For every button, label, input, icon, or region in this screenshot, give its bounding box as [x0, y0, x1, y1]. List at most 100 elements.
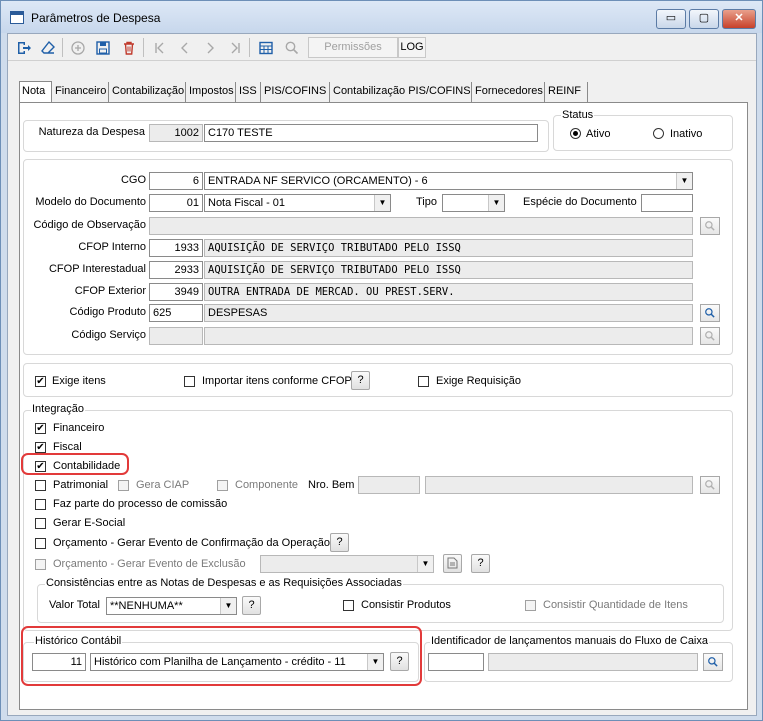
servico-code-field[interactable]: [149, 327, 203, 345]
obs-search-button[interactable]: [700, 217, 720, 235]
tab-financeiro[interactable]: Financeiro: [53, 82, 109, 102]
valor-total-select[interactable]: **NENHUMA** ▼: [106, 597, 237, 615]
fiscal-checkbox[interactable]: ✔: [35, 442, 46, 453]
tab-fornecedores[interactable]: Fornecedores: [473, 82, 545, 102]
grid-button[interactable]: [254, 36, 277, 59]
orc-exclusao-select[interactable]: ▼: [260, 555, 434, 573]
last-record-button[interactable]: [223, 36, 246, 59]
especie-field[interactable]: [641, 194, 693, 212]
fluxo-code-field[interactable]: [428, 653, 484, 671]
exit-button[interactable]: [12, 36, 35, 59]
window-title: Parâmetros de Despesa: [31, 11, 161, 25]
save-button[interactable]: [91, 36, 114, 59]
save-icon: [95, 41, 110, 55]
cgo-label: CGO: [120, 174, 146, 186]
tab-reinf[interactable]: REINF: [546, 82, 588, 102]
tab-contabilizacao[interactable]: Contabilização: [110, 82, 186, 102]
search-icon: [705, 308, 715, 318]
grid-icon: [258, 41, 273, 55]
add-button[interactable]: [66, 36, 89, 59]
tab-pis-cofins[interactable]: PIS/COFINS: [262, 82, 330, 102]
exige-requisicao-checkbox[interactable]: [418, 376, 429, 387]
log-button[interactable]: LOG: [398, 37, 426, 58]
financeiro-checkbox[interactable]: ✔: [35, 423, 46, 434]
cfop-interno-desc-field: AQUISIÇÃO DE SERVIÇO TRIBUTADO PELO ISSQ: [204, 239, 693, 257]
orc-exclusao-help-button[interactable]: ?: [471, 554, 490, 573]
orc-exclusao-checkbox[interactable]: [35, 559, 46, 570]
consistir-qtd-checkbox[interactable]: [525, 600, 536, 611]
exige-itens-checkbox[interactable]: ✔: [35, 376, 46, 387]
modelo-select[interactable]: Nota Fiscal - 01 ▼: [204, 194, 391, 212]
nro-bem-code-field[interactable]: [358, 476, 420, 494]
modelo-label: Modelo do Documento: [35, 196, 146, 208]
tab-iss[interactable]: ISS: [237, 82, 261, 102]
contabilidade-highlight: [21, 453, 129, 475]
nro-bem-search-button[interactable]: [700, 476, 720, 494]
cfop-interestadual-code-field[interactable]: 2933: [149, 261, 203, 279]
toolbar-separator: [62, 38, 63, 57]
servico-desc-field: [204, 327, 693, 345]
esocial-checkbox[interactable]: [35, 518, 46, 529]
consistir-produtos-checkbox[interactable]: [343, 600, 354, 611]
chevron-down-icon: ▼: [220, 598, 236, 614]
first-icon: [154, 42, 163, 54]
fluxo-search-button[interactable]: [703, 653, 723, 671]
especie-label: Espécie do Documento: [523, 196, 637, 208]
tab-contabilizacao-pis-cofins[interactable]: Contabilização PIS/COFINS: [331, 82, 472, 102]
componente-checkbox[interactable]: [217, 480, 228, 491]
importar-help-button[interactable]: ?: [351, 371, 370, 390]
tipo-label: Tipo: [416, 196, 437, 208]
tipo-select[interactable]: ▼: [442, 194, 505, 212]
orc-confirmacao-checkbox[interactable]: [35, 538, 46, 549]
next-icon: [207, 42, 214, 54]
orc-confirmacao-help-button[interactable]: ?: [330, 533, 349, 552]
prev-record-button[interactable]: [173, 36, 196, 59]
servico-search-button[interactable]: [700, 327, 720, 345]
first-record-button[interactable]: [148, 36, 171, 59]
cfop-interno-label: CFOP Interno: [78, 241, 146, 253]
comissao-checkbox[interactable]: [35, 499, 46, 510]
search-icon: [705, 480, 715, 490]
produto-search-button[interactable]: [700, 304, 720, 322]
servico-label: Código Serviço: [71, 329, 146, 341]
status-ativo-radio[interactable]: [570, 128, 581, 139]
fluxo-title: Identificador de lançamentos manuais do …: [430, 635, 709, 647]
close-button[interactable]: ✕: [722, 9, 756, 29]
toolbar: Permissões LOG: [8, 34, 756, 61]
cgo-select[interactable]: ENTRADA NF SERVICO (ORCAMENTO) - 6 ▼: [204, 172, 693, 190]
next-record-button[interactable]: [198, 36, 221, 59]
valor-total-label: Valor Total: [49, 599, 100, 611]
cfop-exterior-code-field[interactable]: 3949: [149, 283, 203, 301]
tab-nota[interactable]: Nota: [19, 81, 52, 103]
gera-ciap-checkbox[interactable]: [118, 480, 129, 491]
maximize-button[interactable]: ▢: [689, 9, 719, 29]
patrimonial-checkbox[interactable]: [35, 480, 46, 491]
eraser-icon: [40, 40, 55, 54]
modelo-code-field[interactable]: 01: [149, 194, 203, 212]
permissoes-button[interactable]: Permissões: [308, 37, 398, 58]
cfop-interno-code-field[interactable]: 1933: [149, 239, 203, 257]
financeiro-label: Financeiro: [53, 422, 105, 434]
importar-itens-checkbox[interactable]: [184, 376, 195, 387]
title-bar[interactable]: Parâmetros de Despesa ▭ ▢ ✕: [1, 1, 762, 33]
prev-icon: [180, 42, 187, 54]
delete-button[interactable]: [117, 36, 140, 59]
tab-impostos[interactable]: Impostos: [187, 82, 236, 102]
document-icon: [447, 557, 458, 569]
exige-requisicao-label: Exige Requisição: [436, 375, 521, 387]
obs-field[interactable]: [149, 217, 693, 235]
comissao-label: Faz parte do processo de comissão: [53, 498, 228, 510]
search-button[interactable]: [280, 36, 303, 59]
natureza-desc-field[interactable]: C170 TESTE: [204, 124, 538, 142]
cgo-code-field[interactable]: 6: [149, 172, 203, 190]
clear-button[interactable]: [36, 36, 59, 59]
fluxo-desc-field: [488, 653, 698, 671]
orc-exclusao-doc-button[interactable]: [443, 554, 462, 573]
minimize-button[interactable]: ▭: [656, 9, 686, 29]
produto-code-field[interactable]: 625: [149, 304, 203, 322]
status-inativo-radio[interactable]: [653, 128, 664, 139]
componente-label: Componente: [235, 479, 298, 491]
valor-total-help-button[interactable]: ?: [242, 596, 261, 615]
cfop-exterior-label: CFOP Exterior: [74, 285, 146, 297]
trash-icon: [123, 41, 134, 55]
